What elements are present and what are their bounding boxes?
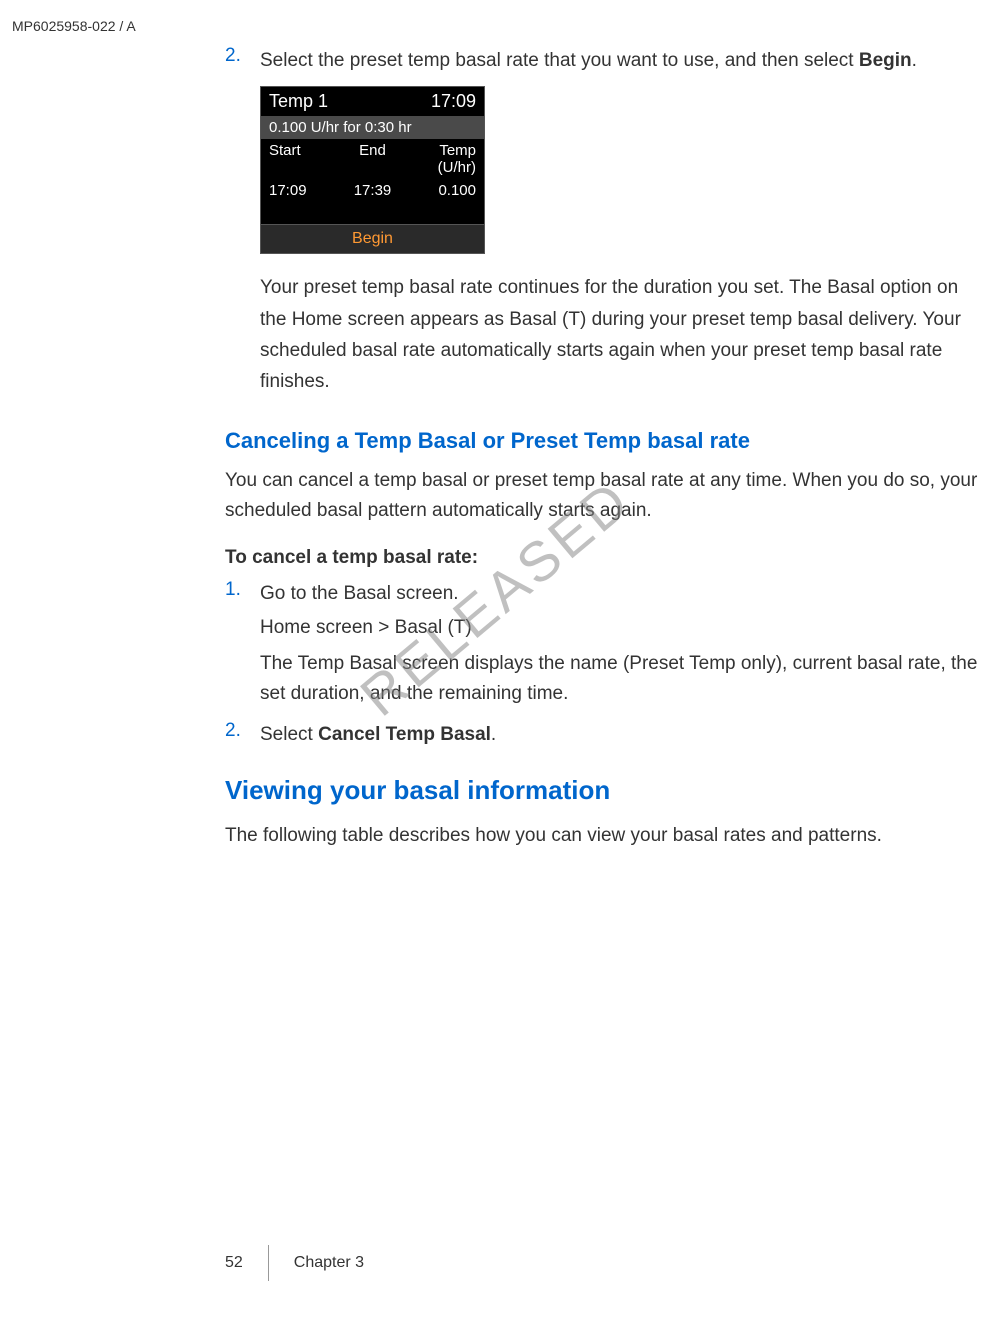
device-col2-value: 17:39 xyxy=(338,182,407,199)
step-2: 2. Select the preset temp basal rate tha… xyxy=(225,45,987,76)
viewing-text: The following table describes how you ca… xyxy=(225,821,987,851)
canceling-intro: You can cancel a temp basal or preset te… xyxy=(225,466,987,527)
step2-part1: Select xyxy=(260,724,318,745)
viewing-heading: Viewing your basal information xyxy=(225,775,987,806)
page-number: 52 xyxy=(225,1254,268,1272)
document-header-code: MP6025958-022 / A xyxy=(12,18,136,34)
footer-divider xyxy=(268,1245,269,1281)
step-text: Select the preset temp basal rate that y… xyxy=(260,45,917,76)
device-screenshot: Temp 1 17:09 0.100 U/hr for 0:30 hr Star… xyxy=(260,86,485,254)
device-table-header: Start End Temp (U/hr) xyxy=(261,139,484,179)
device-table-row: 17:09 17:39 0.100 xyxy=(261,179,484,202)
device-title: Temp 1 xyxy=(269,91,328,112)
step-text-bold: Begin xyxy=(859,50,912,71)
canceling-heading: Canceling a Temp Basal or Preset Temp ba… xyxy=(225,428,987,454)
device-spacer xyxy=(261,202,484,224)
device-subheader: 0.100 U/hr for 0:30 hr xyxy=(261,116,484,139)
nav-path: Home screen > Basal (T) xyxy=(260,617,987,639)
chapter-label: Chapter 3 xyxy=(294,1254,364,1272)
main-content: 2. Select the preset temp basal rate tha… xyxy=(225,45,997,871)
device-begin-button: Begin xyxy=(261,224,484,253)
step-number: 2. xyxy=(225,720,260,750)
cancel-step-2: 2. Select Cancel Temp Basal. xyxy=(225,720,987,750)
device-header: Temp 1 17:09 xyxy=(261,87,484,116)
cancel-steps-list: 1. Go to the Basal screen. Home screen >… xyxy=(225,579,987,751)
step1-description: The Temp Basal screen displays the name … xyxy=(260,649,987,710)
device-col1-header: Start xyxy=(269,142,338,176)
cancel-step-1: 1. Go to the Basal screen. xyxy=(225,579,987,609)
device-col1-value: 17:09 xyxy=(269,182,338,199)
step-text-part2: . xyxy=(912,50,917,71)
step-text-part1: Select the preset temp basal rate that y… xyxy=(260,50,859,71)
device-col3-header: Temp (U/hr) xyxy=(407,142,476,176)
step-text: Go to the Basal screen. xyxy=(260,579,987,609)
step-number: 1. xyxy=(225,579,260,609)
step2-follow-text: Your preset temp basal rate continues fo… xyxy=(260,272,987,397)
device-time: 17:09 xyxy=(431,91,476,112)
device-col3-value: 0.100 xyxy=(407,182,476,199)
cancel-sub-heading: To cancel a temp basal rate: xyxy=(225,547,987,569)
page-footer: 52 Chapter 3 xyxy=(225,1245,364,1281)
step2-part2: . xyxy=(491,724,496,745)
step-number: 2. xyxy=(225,45,260,76)
step-text: Select Cancel Temp Basal. xyxy=(260,720,987,750)
device-col2-header: End xyxy=(338,142,407,176)
step2-bold: Cancel Temp Basal xyxy=(318,724,491,745)
